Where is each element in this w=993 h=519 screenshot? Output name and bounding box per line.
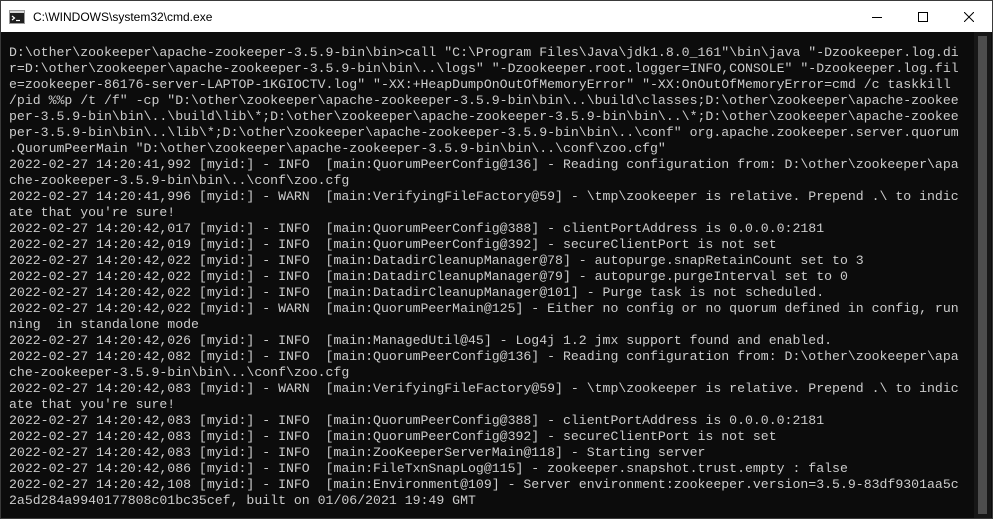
console-line: 2022-02-27 14:20:42,019 [myid:] - INFO [… bbox=[9, 237, 777, 252]
window-title: C:\WINDOWS\system32\cmd.exe bbox=[33, 9, 213, 24]
vertical-scrollbar[interactable] bbox=[974, 32, 991, 518]
console-line: 2022-02-27 14:20:42,017 [myid:] - INFO [… bbox=[9, 221, 825, 236]
close-icon bbox=[964, 11, 974, 22]
console-line: 2a5d284a9940177808c01bc35cef, built on 0… bbox=[9, 493, 476, 508]
console-line: che-zookeeper-3.5.9-bin\bin\..\conf\zoo.… bbox=[9, 365, 350, 380]
console-line: ate that you're sure! bbox=[9, 205, 176, 220]
console-line: /pid %%p /t /f" -cp "D:\other\zookeeper\… bbox=[9, 93, 959, 108]
console-line: 2022-02-27 14:20:42,082 [myid:] - INFO [… bbox=[9, 349, 959, 364]
close-button[interactable] bbox=[946, 1, 992, 32]
minimize-button[interactable] bbox=[854, 1, 900, 32]
console-line: .QuorumPeerMain "D:\other\zookeeper\apac… bbox=[9, 141, 666, 156]
maximize-button[interactable] bbox=[900, 1, 946, 32]
console-line: ate that you're sure! bbox=[9, 397, 176, 412]
console-line: 2022-02-27 14:20:42,108 [myid:] - INFO [… bbox=[9, 477, 959, 492]
console-line: 2022-02-27 14:20:42,022 [myid:] - WARN [… bbox=[9, 301, 959, 316]
console-line: 2022-02-27 14:20:42,083 [myid:] - INFO [… bbox=[9, 413, 825, 428]
console-line: 2022-02-27 14:20:42,083 [myid:] - INFO [… bbox=[9, 429, 777, 444]
console-line: D:\other\zookeeper\apache-zookeeper-3.5.… bbox=[9, 45, 959, 60]
console-line: 2022-02-27 14:20:42,022 [myid:] - INFO [… bbox=[9, 253, 864, 268]
console-line: 2022-02-27 14:20:42,022 [myid:] - INFO [… bbox=[9, 285, 825, 300]
console-line: per-3.5.9-bin\bin\..\lib\*;D:\other\zook… bbox=[9, 125, 959, 140]
console-line: 2022-02-27 14:20:42,086 [myid:] - INFO [… bbox=[9, 461, 848, 476]
console-text: D:\other\zookeeper\apache-zookeeper-3.5.… bbox=[9, 45, 959, 509]
console-line: ning in standalone mode bbox=[9, 317, 199, 332]
console-line: 2022-02-27 14:20:41,992 [myid:] - INFO [… bbox=[9, 157, 959, 172]
console-line: 2022-02-27 14:20:42,083 [myid:] - WARN [… bbox=[9, 381, 959, 396]
console-line: che-zookeeper-3.5.9-bin\bin\..\conf\zoo.… bbox=[9, 173, 350, 188]
cmd-console-icon[interactable] bbox=[9, 9, 25, 25]
console-line: 2022-02-27 14:20:42,083 [myid:] - INFO [… bbox=[9, 445, 706, 460]
console-line: r=D:\other\zookeeper\apache-zookeeper-3.… bbox=[9, 61, 959, 76]
console-line: per-3.5.9-bin\bin\..\build\lib\*;D:\othe… bbox=[9, 109, 959, 124]
console-line: 2022-02-27 14:20:42,026 [myid:] - INFO [… bbox=[9, 333, 833, 348]
minimize-icon bbox=[872, 16, 882, 18]
scrollbar-thumb[interactable] bbox=[978, 36, 987, 514]
console-line: e=zookeeper-86176-server-LAPTOP-1KGIOCTV… bbox=[9, 77, 951, 92]
console-line: 2022-02-27 14:20:41,996 [myid:] - WARN [… bbox=[9, 189, 959, 204]
maximize-icon bbox=[918, 11, 928, 22]
cmd-window: C:\WINDOWS\system32\cmd.exe D:\other\zoo… bbox=[0, 0, 993, 519]
console-output-area[interactable]: D:\other\zookeeper\apache-zookeeper-3.5.… bbox=[1, 32, 974, 518]
title-bar[interactable]: C:\WINDOWS\system32\cmd.exe bbox=[1, 1, 992, 32]
console-line: 2022-02-27 14:20:42,022 [myid:] - INFO [… bbox=[9, 269, 848, 284]
window-controls bbox=[854, 1, 992, 32]
